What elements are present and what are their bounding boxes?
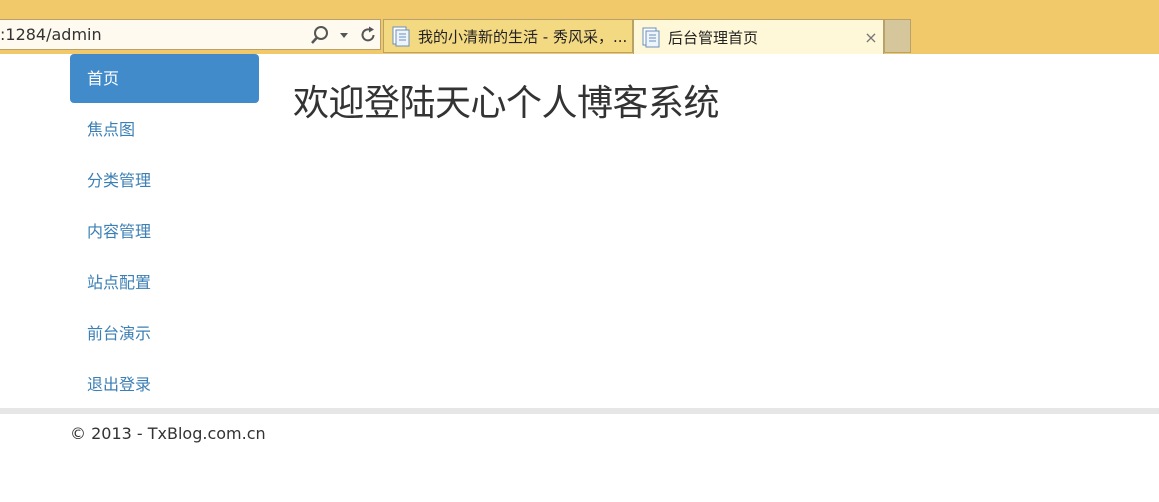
tab-label: 我的小清新的生活 - 秀风采，... [418,27,628,46]
page-icon [392,26,410,47]
chevron-down-icon[interactable] [332,23,356,47]
sidebar-item-frontend-demo[interactable]: 前台演示 [70,309,259,358]
refresh-icon[interactable] [356,23,380,47]
browser-chrome: :1284/admin 我的小清新的生活 - 秀风采，... 后台管理首页 × [0,0,1159,54]
sidebar-item-home[interactable]: 首页 [70,54,259,103]
address-bar[interactable]: :1284/admin [0,19,381,50]
address-input[interactable]: :1284/admin [0,25,308,44]
sidebar-item-focus-images[interactable]: 焦点图 [70,105,259,154]
sidebar-item-content[interactable]: 内容管理 [70,207,259,256]
sidebar-item-site-config[interactable]: 站点配置 [70,258,259,307]
search-icon[interactable] [308,23,332,47]
page-title: 欢迎登陆天心个人博客系统 [293,83,720,124]
sidebar-item-logout[interactable]: 退出登录 [70,360,259,409]
page-icon [642,27,660,48]
footer-divider [0,408,1159,414]
sidebar-item-categories[interactable]: 分类管理 [70,156,259,205]
new-tab-button[interactable] [884,19,911,53]
tab-admin-home[interactable]: 后台管理首页 × [633,19,884,54]
tab-blog-home[interactable]: 我的小清新的生活 - 秀风采，... [383,19,633,53]
close-icon[interactable]: × [859,28,883,47]
tab-label: 后台管理首页 [668,28,759,47]
footer-copyright: © 2013 - TxBlog.com.cn [70,424,266,443]
sidebar-nav: 首页 焦点图 分类管理 内容管理 站点配置 前台演示 退出登录 [70,54,259,411]
